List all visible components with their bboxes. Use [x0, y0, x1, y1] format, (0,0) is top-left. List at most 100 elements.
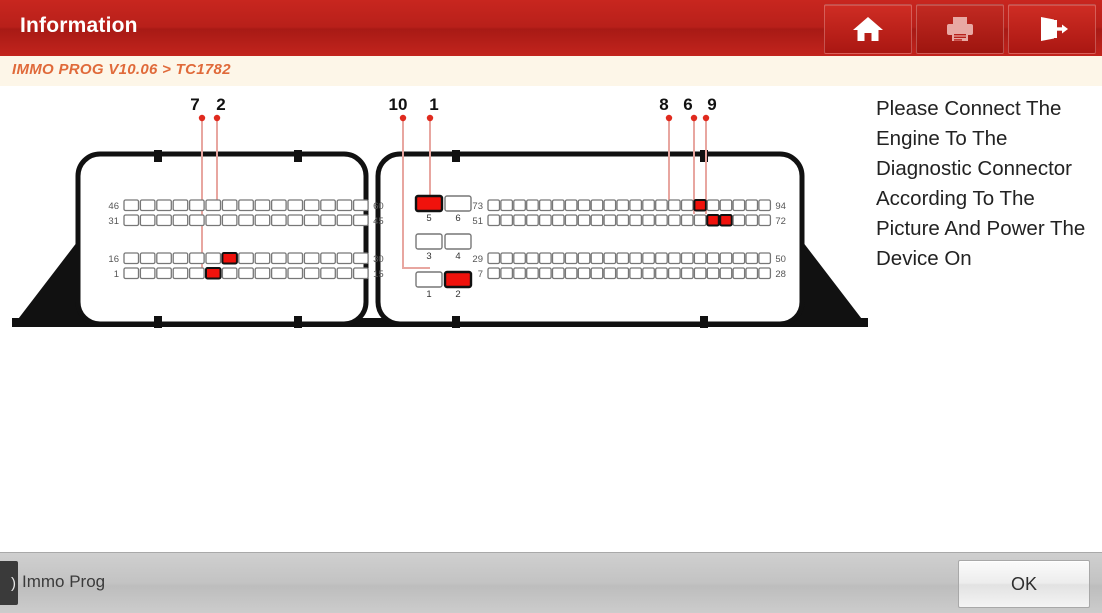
pin-row: 46 60: [108, 199, 384, 212]
pin: [577, 214, 591, 227]
pin: [303, 252, 320, 265]
connector-diagram: 46 60 31 45 16 30 1 15 5 6 3 4 1 2 73 94 51 72 29 50 7 28 721…: [0, 86, 880, 346]
pin: [603, 267, 617, 280]
big-pin-label: 6: [455, 213, 460, 224]
pin: [205, 214, 222, 227]
pin: [156, 252, 172, 265]
pin: [254, 199, 271, 212]
pin: [270, 199, 287, 212]
pin-row-label: 30: [373, 254, 384, 265]
pin: [706, 252, 720, 265]
pin: [680, 267, 694, 280]
pin: [336, 214, 353, 227]
sound-tab[interactable]: ): [0, 561, 18, 605]
pin: [590, 214, 604, 227]
pin: [270, 252, 287, 265]
pin-row-label: 94: [775, 201, 786, 212]
pin: [603, 199, 617, 212]
pin-highlighted: [719, 214, 733, 227]
pin: [123, 199, 140, 212]
pin-row-label: 50: [775, 254, 786, 265]
pin: [487, 252, 501, 265]
pin: [320, 267, 336, 280]
pin: [254, 214, 271, 227]
printer-icon: [943, 14, 977, 44]
pin: [629, 267, 643, 280]
ok-button[interactable]: OK: [958, 560, 1090, 608]
big-pin: [415, 271, 443, 288]
pin: [156, 214, 172, 227]
pin: [642, 199, 655, 212]
content-area: 46 60 31 45 16 30 1 15 5 6 3 4 1 2 73 94 51 72 29 50 7 28 721…: [0, 86, 1102, 552]
pin: [577, 199, 591, 212]
exit-button[interactable]: [1008, 4, 1096, 54]
pin: [320, 214, 336, 227]
callout-label: 6: [683, 95, 692, 114]
exit-icon: [1035, 14, 1069, 44]
pin-row-label: 16: [108, 254, 119, 265]
callout-dot: [702, 114, 710, 122]
pin: [526, 267, 539, 280]
pin: [139, 199, 156, 212]
pin-row: 1 15: [114, 267, 384, 280]
pin-highlighted: [205, 267, 222, 280]
big-pin: [444, 233, 472, 250]
pin: [156, 267, 172, 280]
pin: [616, 252, 630, 265]
pin: [719, 252, 733, 265]
pin: [188, 199, 205, 212]
print-button[interactable]: [916, 4, 1004, 54]
pin: [513, 214, 526, 227]
big-pin-highlighted: [443, 270, 473, 289]
big-pin-label: 5: [426, 213, 431, 224]
callout-label: 9: [707, 95, 716, 114]
pin-row: 16 30: [108, 252, 384, 265]
pin: [616, 199, 630, 212]
pin: [139, 214, 156, 227]
left-wing: [12, 233, 84, 327]
pin: [564, 267, 578, 280]
status-bar: ) Immo Prog OK: [0, 552, 1102, 613]
pin: [642, 214, 655, 227]
pin: [205, 252, 222, 265]
pin: [500, 214, 514, 227]
pin-row-label: 45: [373, 216, 384, 227]
pin: [629, 199, 643, 212]
pin: [564, 252, 578, 265]
pin: [303, 199, 320, 212]
pin: [352, 252, 369, 265]
pin: [487, 199, 501, 212]
pin: [745, 199, 759, 212]
page-title: Information: [20, 14, 138, 37]
pin: [758, 214, 772, 227]
pin: [667, 214, 681, 227]
pin: [513, 252, 526, 265]
pin-highlighted: [706, 214, 720, 227]
pin-row-label: 31: [108, 216, 119, 227]
big-pin: [415, 233, 443, 250]
pin: [616, 267, 630, 280]
home-button[interactable]: [824, 4, 912, 54]
home-icon: [851, 14, 885, 44]
pin: [590, 267, 604, 280]
module-label: Immo Prog: [22, 572, 106, 591]
callouts-layer: 7 2 10 1 8 6 9: [190, 95, 717, 122]
callout-dot: [665, 114, 673, 122]
pin: [303, 267, 320, 280]
pin: [680, 252, 694, 265]
pin: [577, 267, 591, 280]
pin: [603, 252, 617, 265]
big-pin-highlighted: [414, 194, 444, 213]
pin: [188, 252, 205, 265]
pin: [732, 252, 746, 265]
callout-dot: [690, 114, 698, 122]
pin: [758, 267, 772, 280]
pin: [238, 267, 254, 280]
pin: [336, 252, 353, 265]
pin: [487, 214, 501, 227]
pin: [221, 199, 238, 212]
pin: [745, 252, 759, 265]
pin: [732, 214, 746, 227]
pin-row-label: 28: [775, 269, 786, 280]
pin: [352, 267, 369, 280]
